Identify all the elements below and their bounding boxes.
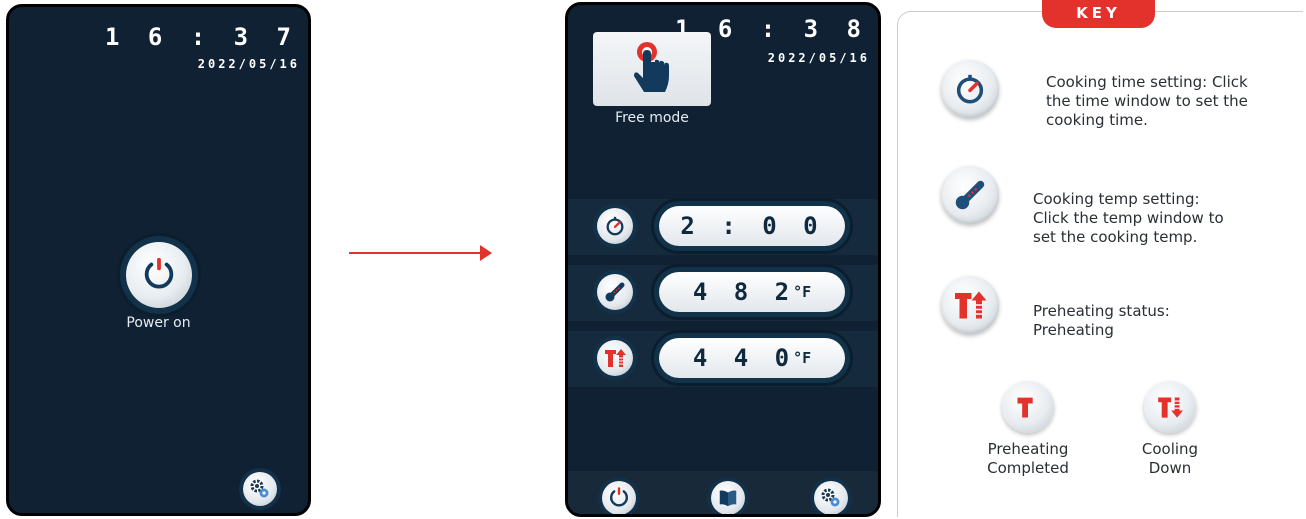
transition-arrow-head (480, 245, 492, 261)
free-mode-label: Free mode (615, 110, 689, 126)
settings-gears-icon (250, 479, 269, 498)
power-button[interactable] (602, 481, 636, 514)
description-line: Click the temp window to (1033, 209, 1224, 227)
preheat-temp-value: 4 4 0 (692, 344, 796, 372)
cooking-temp-value: 4 8 2 (692, 278, 796, 306)
description-line: cooking time. (1046, 111, 1148, 129)
preheating-icon (597, 340, 633, 376)
preheating-completed-icon (1002, 381, 1054, 433)
description-line: Cooking time setting: Click (1046, 73, 1248, 91)
cooking-time-value: 2 : 0 0 (680, 212, 824, 240)
power-icon (144, 257, 174, 289)
free-mode-screen: 1 6 : 3 8 2022/05/16 Free mode 2 : 0 0 4… (565, 2, 881, 517)
caption-line: Preheating (987, 440, 1069, 458)
caption-line: Cooling (1141, 440, 1199, 458)
thermometer-icon (597, 274, 633, 310)
description-line: Preheating status: (1033, 302, 1170, 320)
temp-unit: °F (793, 283, 812, 301)
power-on-label: Power on (126, 315, 191, 331)
timer-icon (597, 208, 633, 244)
preheating-completed-caption: Preheating Completed (968, 440, 1088, 478)
key-title: KEY (1042, 0, 1155, 28)
description-line: Cooking temp setting: (1033, 190, 1200, 208)
touch-hand-icon (634, 42, 669, 92)
cooking-temp-row: 4 8 2 °F (568, 265, 878, 321)
caption-line: Down (1148, 459, 1192, 477)
clock: 1 6 : 3 7 (104, 23, 298, 51)
timer-icon (941, 60, 999, 118)
temp-unit: °F (793, 349, 812, 367)
recipe-book-icon (719, 490, 737, 507)
caption-line: Completed (987, 459, 1069, 477)
recipe-book-button[interactable] (711, 481, 745, 514)
free-mode-button[interactable] (593, 32, 711, 106)
settings-gears-icon (821, 488, 840, 507)
preheating-icon (941, 276, 999, 334)
preheat-temp-field: 4 4 0 °F (659, 338, 845, 378)
description-line: set the cooking temp. (1033, 228, 1198, 246)
cooking-time-field[interactable]: 2 : 0 0 (659, 206, 845, 246)
cooling-down-caption: Cooling Down (1110, 440, 1230, 478)
cooking-temp-description: Cooking temp setting: Click the temp win… (1033, 190, 1273, 247)
transition-arrow-line (349, 252, 482, 254)
power-on-button[interactable] (126, 242, 192, 308)
cooking-time-row: 2 : 0 0 (568, 199, 878, 255)
cooling-down-icon (1144, 381, 1196, 433)
preheating-status-description: Preheating status: Preheating (1033, 302, 1273, 340)
cooking-time-description: Cooking time setting: Click the time win… (1046, 73, 1286, 130)
thermometer-icon (941, 166, 999, 224)
cooking-temp-field[interactable]: 4 8 2 °F (659, 272, 845, 312)
description-line: Preheating (1033, 321, 1114, 339)
power-icon (610, 487, 628, 507)
date: 2022/05/16 (767, 51, 870, 65)
preheat-row: 4 4 0 °F (568, 331, 878, 387)
date: 2022/05/16 (197, 57, 300, 71)
description-line: the time window to set the (1046, 92, 1248, 110)
power-on-screen: 1 6 : 3 7 2022/05/16 Power on (6, 4, 311, 516)
settings-button[interactable] (814, 481, 848, 514)
settings-button[interactable] (243, 472, 277, 506)
